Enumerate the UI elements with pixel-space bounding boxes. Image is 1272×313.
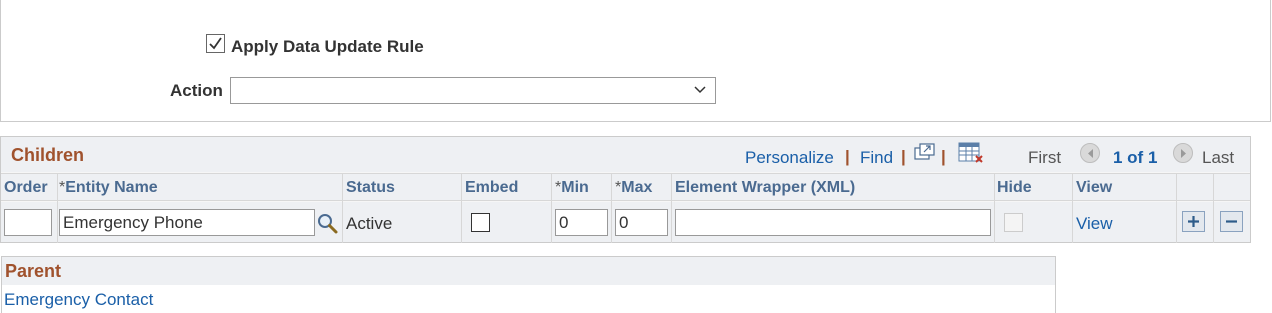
lookup-icon[interactable] (317, 213, 339, 235)
chevron-down-icon (694, 86, 706, 94)
max-input[interactable]: 0 (615, 209, 668, 236)
apply-data-update-rule-checkbox[interactable] (206, 34, 225, 53)
toolbar-separator: | (845, 147, 850, 166)
find-link[interactable]: Find (860, 148, 893, 168)
parent-link[interactable]: Emergency Contact (4, 290, 153, 310)
parent-title: Parent (5, 261, 62, 281)
parent-header (2, 257, 1055, 285)
column-hide: Hide (997, 179, 1032, 196)
download-spreadsheet-icon[interactable] (958, 142, 984, 164)
chevron-left-icon (1088, 149, 1093, 158)
column-max: *Max (615, 179, 652, 197)
children-grid-header (1, 137, 1250, 172)
column-status: Status (346, 179, 395, 196)
order-input[interactable] (4, 209, 52, 236)
hide-checkbox (1004, 213, 1023, 232)
chevron-right-icon (1181, 149, 1186, 158)
column-embed: Embed (465, 179, 519, 196)
element-wrapper-input[interactable] (675, 209, 991, 236)
column-divider (611, 173, 612, 243)
checkmark-icon (209, 37, 222, 50)
next-row-button[interactable] (1173, 143, 1193, 163)
column-divider (1072, 173, 1073, 243)
column-view: View (1076, 179, 1113, 196)
children-title: Children (11, 145, 85, 165)
embed-checkbox[interactable] (471, 213, 490, 232)
column-divider (57, 173, 58, 243)
status-value: Active (346, 214, 393, 233)
column-divider (671, 173, 672, 243)
column-divider (1176, 173, 1177, 243)
delete-row-button[interactable] (1220, 211, 1243, 232)
column-min-label: Min (561, 179, 589, 196)
add-row-button[interactable] (1182, 211, 1205, 232)
column-divider (342, 173, 343, 243)
nav-first: First (1028, 148, 1062, 167)
column-element-wrapper: Element Wrapper (XML) (675, 179, 856, 196)
previous-row-button[interactable] (1080, 143, 1100, 163)
column-divider (551, 173, 552, 243)
apply-data-update-rule-label: Apply Data Update Rule (231, 37, 424, 56)
view-link[interactable]: View (1076, 214, 1113, 234)
column-divider (461, 173, 462, 243)
column-order: Order (4, 179, 48, 196)
min-input[interactable]: 0 (555, 209, 608, 236)
row-count: 1 of 1 (1113, 148, 1158, 167)
column-divider (1213, 173, 1214, 243)
toolbar-separator: | (901, 147, 906, 166)
column-entity-name-label: Entity Name (65, 179, 158, 196)
column-max-label: Max (621, 179, 653, 196)
plus-icon (1188, 216, 1199, 227)
column-divider (994, 173, 995, 243)
column-min: *Min (555, 179, 589, 197)
personalize-link[interactable]: Personalize (745, 148, 834, 168)
action-label: Action (170, 81, 223, 100)
action-select[interactable] (230, 77, 716, 104)
column-entity-name: *Entity Name (59, 179, 158, 197)
entity-name-input[interactable]: Emergency Phone (59, 209, 315, 236)
view-all-icon[interactable] (914, 143, 936, 161)
minus-icon (1226, 220, 1237, 223)
nav-last: Last (1202, 148, 1235, 167)
toolbar-separator: | (941, 147, 946, 166)
